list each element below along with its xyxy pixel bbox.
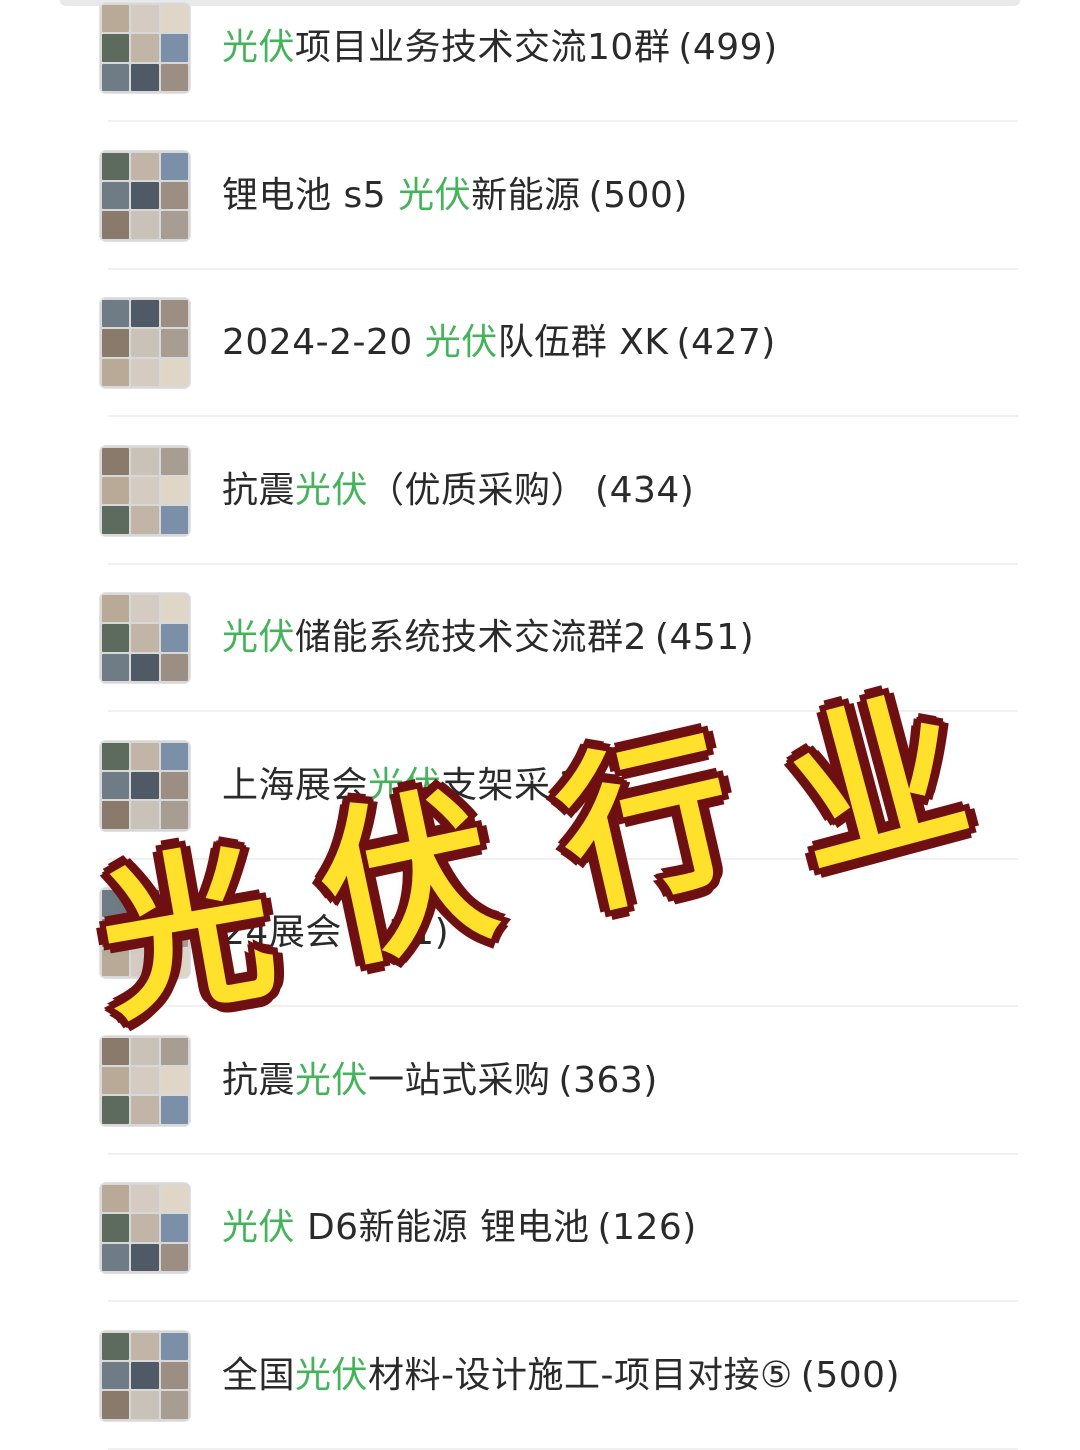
group-name-suffix: 队伍群 XK (497, 322, 669, 363)
group-name-suffix: 一站式采购 (368, 1059, 551, 1101)
group-name: 24展会 (211) (222, 908, 449, 958)
group-name-keyword: 光伏 (295, 469, 369, 511)
group-name-suffix: （优质采购） (368, 469, 588, 511)
member-count: (427) (676, 322, 776, 363)
member-count: (126) (597, 1207, 697, 1248)
member-count: 3) (558, 764, 597, 806)
group-name: 抗震光伏一站式采购 (363) (222, 1056, 658, 1106)
group-name-keyword: 光伏 (368, 764, 442, 806)
group-name: 光伏 D6新能源 锂电池 (126) (222, 1203, 697, 1253)
group-name-prefix: 锂电池 s5 (222, 174, 399, 216)
group-name-keyword: 光伏 (222, 1207, 296, 1248)
group-avatar (100, 740, 190, 831)
group-avatar (100, 298, 190, 388)
group-name-prefix: 上海展会 (222, 764, 369, 806)
group-name: 全国光伏材料-设计施工-项目对接⑤ (500) (222, 1351, 900, 1401)
group-avatar (100, 1183, 190, 1273)
group-name-prefix: 全国 (222, 1354, 296, 1396)
group-name-keyword: 光伏 (222, 27, 296, 68)
member-count: (500) (800, 1354, 901, 1396)
group-row[interactable]: 抗震光伏（优质采购） (434) (0, 418, 1080, 565)
member-count: (363) (558, 1059, 658, 1101)
group-name-suffix: 材料-设计施工-项目对接⑤ (368, 1354, 793, 1396)
group-avatar (100, 150, 190, 241)
group-name: 光伏项目业务技术交流10群 (499) (222, 23, 778, 73)
group-row[interactable]: 光伏项目业务技术交流10群 (499) (0, 0, 1080, 122)
group-name: 光伏储能系统技术交流群2 (451) (222, 613, 754, 663)
group-name-suffix: 项目业务技术交流10群 (295, 27, 671, 68)
group-name-suffix: 新能源 (471, 174, 581, 216)
group-name-suffix: 储能系统技术交流群2 (295, 617, 647, 658)
group-name: 2024-2-20 光伏队伍群 XK (427) (222, 318, 776, 368)
group-row[interactable]: 抗震光伏一站式采购 (363) (0, 1008, 1080, 1155)
row-divider (108, 1447, 1018, 1450)
group-row[interactable]: 上海展会光伏支架采 3) (0, 713, 1080, 860)
member-count: (500) (588, 174, 688, 216)
group-name-keyword: 光伏 (398, 174, 472, 216)
group-name: 锂电池 s5 光伏新能源 (500) (222, 171, 688, 221)
member-count: (434) (595, 469, 695, 511)
group-row[interactable]: 24展会 (211) (0, 860, 1080, 1007)
group-name-prefix: 抗震 (222, 1059, 296, 1101)
group-name-keyword: 光伏 (222, 617, 296, 658)
group-name-keyword: 光伏 (295, 1354, 369, 1396)
group-name-keyword: 光伏 (424, 322, 498, 363)
group-avatar (100, 3, 190, 93)
group-row[interactable]: 光伏 D6新能源 锂电池 (126) (0, 1155, 1080, 1302)
group-name-prefix: 2024-2-20 (222, 322, 425, 363)
group-avatar (100, 593, 190, 683)
group-row[interactable]: 2024-2-20 光伏队伍群 XK (427) (0, 270, 1080, 417)
group-avatar (100, 445, 190, 536)
group-row[interactable]: 光伏储能系统技术交流群2 (451) (0, 565, 1080, 712)
group-row[interactable]: 全国光伏材料-设计施工-项目对接⑤ (500) (0, 1303, 1080, 1450)
group-avatar (100, 1035, 190, 1126)
member-count: (211) (349, 912, 450, 953)
group-name-keyword: 光伏 (295, 1059, 369, 1101)
group-name-prefix: 抗震 (222, 469, 296, 511)
member-count: (451) (654, 617, 755, 658)
group-avatar (100, 888, 190, 978)
group-name-suffix: 展会 (268, 912, 342, 953)
member-count: (499) (678, 27, 778, 68)
group-name-prefix: 24 (222, 912, 269, 953)
group-avatar (100, 1330, 190, 1421)
group-row[interactable]: 锂电池 s5 光伏新能源 (500) (0, 123, 1080, 270)
group-name-suffix: D6新能源 锂电池 (295, 1207, 590, 1248)
group-name-suffix: 支架采 (441, 764, 551, 806)
group-name: 上海展会光伏支架采 3) (222, 761, 597, 811)
group-name: 抗震光伏（优质采购） (434) (222, 466, 694, 516)
